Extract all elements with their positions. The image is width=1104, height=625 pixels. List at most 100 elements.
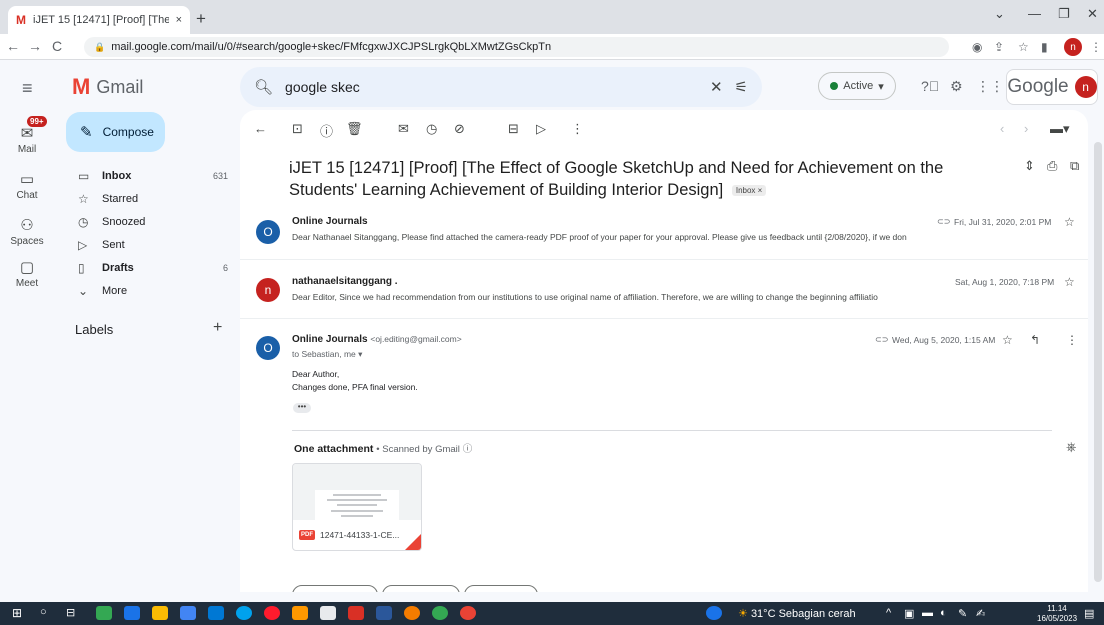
browser-tab[interactable]: M iJET 15 [12471] [Proof] [The Effec × <box>8 6 190 34</box>
minimize-button[interactable]: — <box>1028 6 1041 21</box>
back-arrow-icon[interactable]: ← <box>6 38 20 54</box>
nav-drafts[interactable]: ▯ Drafts 6 <box>78 257 228 279</box>
app-icon[interactable] <box>404 606 420 620</box>
snooze-icon[interactable]: ◷ <box>426 121 437 137</box>
nav-inbox[interactable]: ▭ Inbox 631 <box>78 165 228 187</box>
reply-icon[interactable]: ↰ <box>1030 333 1040 347</box>
status-dropdown[interactable]: Active ▾ <box>818 72 896 100</box>
delete-trash-icon[interactable]: 🗑︎ <box>346 121 363 137</box>
help-icon[interactable]: ?⃝ <box>921 78 939 94</box>
app-icon[interactable] <box>292 606 308 620</box>
older-chevron-icon[interactable]: › <box>1024 121 1028 136</box>
move-to-icon[interactable]: ⊟ <box>508 121 519 137</box>
rail-spaces[interactable]: ⚇ Spaces <box>0 216 54 247</box>
search-icon[interactable]: 🔍︎ <box>254 78 273 96</box>
bookmark-star-icon[interactable]: ☆ <box>1018 40 1029 54</box>
network-icon[interactable]: ▣ <box>904 607 914 620</box>
close-window-button[interactable]: ✕ <box>1087 6 1098 22</box>
compose-button[interactable]: ✎ Compose <box>66 112 165 152</box>
more-actions-icon[interactable]: ⋮ <box>1066 333 1078 347</box>
google-account-button[interactable]: Google n <box>1006 69 1098 105</box>
expand-all-icon[interactable]: ⇕ <box>1024 158 1035 174</box>
label-tag-icon[interactable]: ▷ <box>536 121 546 137</box>
file-explorer-icon[interactable] <box>152 606 168 620</box>
close-tab-icon[interactable]: × <box>176 14 182 26</box>
rail-meet[interactable]: ▢ Meet <box>0 258 54 289</box>
print-icon[interactable]: ⎙ <box>1047 158 1057 174</box>
windows-start-icon[interactable]: ⊞ <box>12 606 22 620</box>
main-menu-icon[interactable]: ≡ <box>22 78 33 99</box>
clear-search-icon[interactable]: ✕ <box>710 78 723 96</box>
add-task-icon[interactable]: ⊘ <box>454 121 465 137</box>
star-icon[interactable]: ☆ <box>1064 275 1075 289</box>
add-label-button[interactable]: + <box>213 319 222 337</box>
word-icon[interactable] <box>376 606 392 620</box>
search-options-icon[interactable]: ⚟ <box>735 78 748 96</box>
recipients-dropdown[interactable]: to Sebastian, me ▾ <box>292 349 362 360</box>
battery-icon[interactable]: ▬ <box>922 607 933 619</box>
nav-sent[interactable]: ▷ Sent <box>78 234 228 256</box>
forward-arrow-icon[interactable]: → <box>28 38 42 54</box>
opera-icon[interactable] <box>264 606 280 620</box>
app-icon[interactable] <box>124 606 140 620</box>
search-bar[interactable]: 🔍︎ google skec ✕ ⚟ <box>240 67 762 107</box>
restore-button[interactable]: ❐ <box>1058 6 1070 22</box>
system-clock[interactable]: 11.14 16/05/2023 <box>1037 604 1077 624</box>
nav-more[interactable]: ⌄ More <box>78 280 228 302</box>
apps-grid-icon[interactable]: ⋮⋮ <box>976 78 1004 95</box>
attachment-card[interactable]: PDF 12471-44133-1-CE... <box>292 463 422 551</box>
camera-icon[interactable] <box>180 606 196 620</box>
chrome-icon[interactable] <box>96 606 112 620</box>
search-input[interactable]: google skec <box>285 79 698 95</box>
info-icon[interactable]: ⓘ <box>463 444 473 455</box>
sender-avatar[interactable]: O <box>256 336 280 360</box>
app-icon[interactable] <box>320 606 336 620</box>
add-to-drive-icon[interactable]: ⎈ <box>1066 439 1076 455</box>
report-spam-icon[interactable]: ⓘ <box>320 121 333 140</box>
ink-icon[interactable]: ✍ <box>976 607 985 620</box>
edge-icon[interactable] <box>236 606 252 620</box>
help-icon[interactable] <box>706 606 722 620</box>
sender-name[interactable]: nathanaelsitanggang . <box>292 276 398 287</box>
tab-search-icon[interactable]: ⌄ <box>994 6 1005 22</box>
chrome-icon[interactable] <box>432 606 448 620</box>
chrome-icon[interactable] <box>460 606 476 620</box>
expanded-sender-name[interactable]: Online Journals <box>292 334 368 345</box>
rail-mail[interactable]: ✉ Mail <box>0 124 54 155</box>
pen-icon[interactable]: ✎ <box>958 607 967 620</box>
archive-icon[interactable]: ⊡ <box>292 121 303 137</box>
side-panel-icon[interactable]: ▮ <box>1041 40 1048 54</box>
message-snippet[interactable]: Dear Editor, Since we had recommendation… <box>292 292 1002 302</box>
acrobat-icon[interactable] <box>348 606 364 620</box>
newer-chevron-icon[interactable]: ‹ <box>1000 121 1004 136</box>
sender-avatar[interactable]: n <box>256 278 280 302</box>
sender-name[interactable]: Online Journals <box>292 216 368 227</box>
weather-widget[interactable]: ☀ 31°C Sebagian cerah <box>738 607 856 620</box>
speaker-icon[interactable]: ◐ <box>940 607 947 619</box>
extension-icon[interactable]: ◉ <box>972 40 982 54</box>
star-icon[interactable]: ☆ <box>1064 215 1075 229</box>
nav-snoozed[interactable]: ◷ Snoozed <box>78 211 228 233</box>
back-to-search-icon[interactable]: ← <box>254 121 267 136</box>
rail-chat[interactable]: ▭ Chat <box>0 170 54 201</box>
message-snippet[interactable]: Dear Nathanael Sitanggang, Please find a… <box>292 232 1002 242</box>
address-bar[interactable]: 🔒 mail.google.com/mail/u/0/#search/googl… <box>84 37 949 57</box>
input-tools-icon[interactable]: ▬▾ <box>1050 121 1070 137</box>
nav-starred[interactable]: ☆ Starred <box>78 188 228 210</box>
gmail-logo[interactable]: M Gmail <box>72 74 143 100</box>
settings-gear-icon[interactable]: ⚙ <box>950 78 963 95</box>
task-view-icon[interactable]: ⊟ <box>66 606 75 619</box>
browser-menu-icon[interactable]: ⋮ <box>1090 40 1102 54</box>
new-tab-button[interactable]: + <box>196 9 206 29</box>
share-icon[interactable]: ⇪ <box>994 40 1004 54</box>
scrollbar[interactable] <box>1094 142 1102 582</box>
search-icon[interactable]: ○ <box>40 606 47 618</box>
browser-profile-avatar[interactable]: n <box>1064 38 1082 56</box>
inbox-label-chip[interactable]: Inbox × <box>731 184 767 196</box>
reply-all-button[interactable] <box>382 585 460 592</box>
show-hidden-icons-icon[interactable]: ^ <box>886 607 891 619</box>
reply-button[interactable] <box>292 585 378 592</box>
star-icon[interactable]: ☆ <box>1002 333 1013 347</box>
mail-app-icon[interactable] <box>208 606 224 620</box>
mark-unread-icon[interactable]: ✉ <box>398 121 409 137</box>
